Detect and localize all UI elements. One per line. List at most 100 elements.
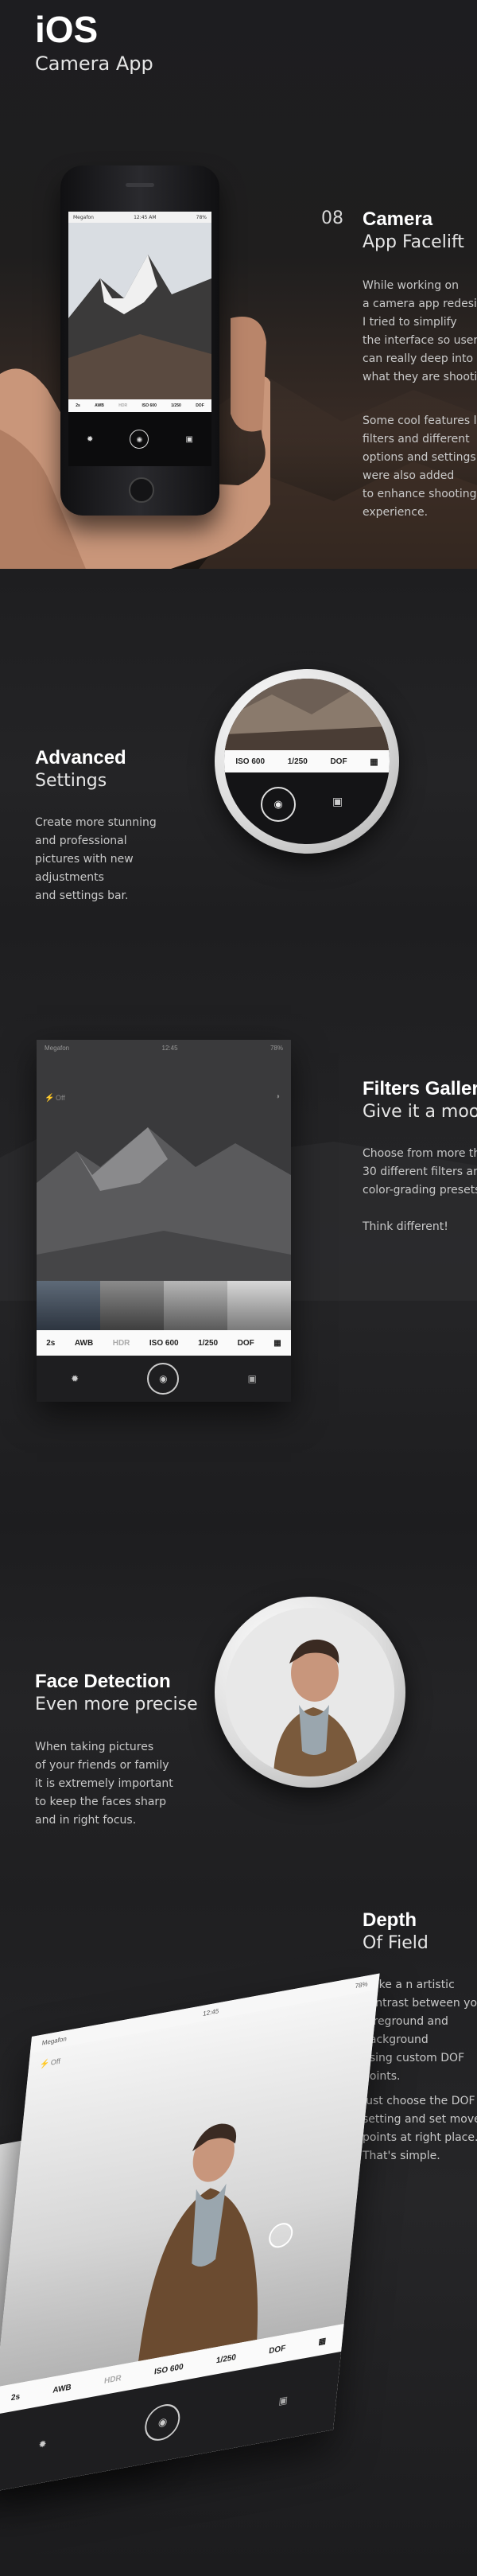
advanced-zoom-lens: ISO 600 1/250 DOF ▦ ◉ ▣ <box>215 669 399 854</box>
filters-status-time: 12:45 <box>161 1044 178 1052</box>
settings-gear-icon[interactable]: ✹ <box>87 435 93 444</box>
phone-home-button[interactable] <box>129 477 154 503</box>
face-zoom-lens <box>215 1597 405 1788</box>
filters-toolbar-hdr[interactable]: HDR <box>113 1339 130 1348</box>
phone-toolbar: 2s AWB HDR ISO 600 1/250 DOF <box>68 399 211 412</box>
filter-thumbnail[interactable] <box>227 1281 291 1330</box>
zoom-toolbar-dof[interactable]: DOF <box>330 757 347 766</box>
advanced-subtitle: Settings <box>35 771 107 791</box>
filters-paragraph-2: Think different! <box>363 1220 448 1233</box>
depth-toolbar-dof[interactable]: DOF <box>269 2344 286 2356</box>
filters-settings-icon[interactable]: ✹ <box>71 1373 79 1384</box>
filters-status-bar: Megafon 12:45 78% <box>37 1040 291 1056</box>
filters-camera-icon[interactable]: ▣ <box>248 1373 257 1384</box>
zoom-toolbar-iso[interactable]: ISO 600 <box>235 757 265 766</box>
zoom-shutter-button[interactable]: ◉ <box>261 787 296 822</box>
app-subtitle: Camera App <box>35 53 153 75</box>
hero-section: iOS Camera App Megafon 12:45 AM 78% 2s A… <box>0 0 477 569</box>
hero-subheading: App Facelift <box>363 232 464 252</box>
filter-thumbnails-strip <box>37 1281 291 1330</box>
filters-subtitle: Give it a mood <box>363 1102 477 1122</box>
phone-viewfinder-image <box>68 223 211 399</box>
depth-title: Depth <box>363 1909 417 1931</box>
filters-toolbar-awb[interactable]: AWB <box>75 1339 93 1348</box>
filters-toolbar-shutter[interactable]: 1/250 <box>198 1339 218 1348</box>
toolbar-awb[interactable]: AWB <box>95 403 104 408</box>
depth-toolbar-timer[interactable]: 2s <box>10 2392 20 2403</box>
filters-shutter-button[interactable]: ◉ <box>147 1363 180 1395</box>
face-section: Face Detection Even more precise When ta… <box>0 1523 477 1893</box>
hero-paragraph-1: While working on a camera app redesign I… <box>363 279 477 383</box>
zoom-toolbar-shutter[interactable]: 1/250 <box>288 757 308 766</box>
status-carrier: Megafon <box>73 214 94 220</box>
depth-shutter-button[interactable]: ◉ <box>143 2401 182 2444</box>
dof-grid-icon[interactable]: ▦ <box>370 757 378 767</box>
face-zoom-content <box>226 1608 394 1776</box>
depth-camera-icon[interactable]: ▣ <box>278 2394 289 2407</box>
toolbar-hdr[interactable]: HDR <box>118 403 127 408</box>
app-title: iOS <box>35 9 99 50</box>
hero-phone: Megafon 12:45 AM 78% 2s AWB HDR ISO 600 … <box>60 165 219 516</box>
depth-status-carrier: Megafon <box>41 2034 68 2047</box>
zoom-toolbar: ISO 600 1/250 DOF ▦ <box>224 750 390 772</box>
filters-viewfinder: ⚡ Off ◑ <box>37 1056 291 1330</box>
dof-badge-icon[interactable]: ◑ <box>275 1092 280 1101</box>
filters-toolbar-timer[interactable]: 2s <box>46 1339 55 1348</box>
phone-status-bar: Megafon 12:45 AM 78% <box>68 212 211 223</box>
flash-icon[interactable]: ⚡ <box>45 1094 54 1103</box>
advanced-paragraph: Create more stunning and professional pi… <box>35 816 157 902</box>
filter-thumbnail[interactable] <box>37 1281 100 1330</box>
face-title: Face Detection <box>35 1671 171 1692</box>
hero-number: 08 <box>321 208 343 228</box>
filters-section: Megafon 12:45 78% ⚡ Off ◑ 2s AWB HDR ISO… <box>0 919 477 1523</box>
status-battery: 78% <box>196 214 207 220</box>
advanced-title: Advanced <box>35 747 126 769</box>
depth-toolbar-awb[interactable]: AWB <box>52 2383 72 2395</box>
depth-toolbar-iso[interactable]: ISO 600 <box>153 2362 184 2376</box>
filters-toolbar: 2s AWB HDR ISO 600 1/250 DOF ▦ <box>37 1330 291 1356</box>
depth-section: Depth Of Field Make a n artistic contras… <box>0 1893 477 2576</box>
advanced-zoom-content: ISO 600 1/250 DOF ▦ ◉ ▣ <box>224 679 390 844</box>
depth-subtitle: Of Field <box>363 1933 429 1953</box>
filters-toolbar-dof[interactable]: DOF <box>238 1339 254 1348</box>
depth-toolbar-hdr[interactable]: HDR <box>104 2373 122 2385</box>
filter-thumbnail[interactable] <box>100 1281 164 1330</box>
camera-switch-icon[interactable]: ▣ <box>186 435 193 444</box>
face-paragraph: When taking pictures of your friends or … <box>35 1741 173 1827</box>
phone-speaker <box>126 183 154 187</box>
filters-screen: Megafon 12:45 78% ⚡ Off ◑ 2s AWB HDR ISO… <box>37 1040 291 1402</box>
toolbar-dof[interactable]: DOF <box>196 403 204 408</box>
zoom-viewfinder-image <box>224 679 390 750</box>
status-time: 12:45 AM <box>134 214 157 220</box>
filters-camera-controls: ✹ ◉ ▣ <box>37 1356 291 1402</box>
depth-grid-icon[interactable]: ▦ <box>318 2337 327 2347</box>
depth-paragraph-2: Just choose the DOF setting and set move… <box>363 2095 477 2162</box>
filter-thumbnail[interactable] <box>164 1281 227 1330</box>
face-subtitle: Even more precise <box>35 1695 198 1714</box>
filters-paragraph-1: Choose from more than 30 different filte… <box>363 1147 477 1197</box>
flash-label[interactable]: Off <box>56 1094 65 1102</box>
zoom-camera-icon[interactable]: ▣ <box>332 795 343 808</box>
depth-status-time: 12:45 <box>202 2006 219 2018</box>
toolbar-iso[interactable]: ISO 600 <box>142 403 157 408</box>
shutter-button[interactable]: ◉ <box>130 430 149 449</box>
shutter-camera-icon: ◉ <box>273 798 283 810</box>
toolbar-timer[interactable]: 2s <box>76 403 80 408</box>
filters-grid-icon[interactable]: ▦ <box>273 1339 281 1348</box>
hero-paragraph-2: Some cool features like filters and diff… <box>363 414 477 519</box>
depth-status-battery: 78% <box>355 1979 369 1990</box>
depth-toolbar-shutter[interactable]: 1/250 <box>215 2352 236 2365</box>
depth-settings-icon[interactable]: ✹ <box>38 2438 47 2450</box>
face-portrait-image <box>226 1608 394 1776</box>
filters-status-battery: 78% <box>270 1044 283 1052</box>
depth-front-screen: Megafon 12:45 78% ⚡ Off 2s AWB HDR ISO 6… <box>0 1973 380 2493</box>
filters-toolbar-iso[interactable]: ISO 600 <box>149 1339 179 1348</box>
phone-camera-controls: ✹ ◉ ▣ <box>68 412 211 466</box>
filters-status-carrier: Megafon <box>45 1044 70 1052</box>
hero-heading: Camera <box>363 208 433 230</box>
phone-screen: Megafon 12:45 AM 78% 2s AWB HDR ISO 600 … <box>68 212 211 466</box>
toolbar-shutter[interactable]: 1/250 <box>171 403 181 408</box>
advanced-section: Advanced Settings Create more stunning a… <box>0 569 477 919</box>
depth-paragraph-1: Make a n artistic contrast between your … <box>363 1979 477 2083</box>
filters-title: Filters Gallery <box>363 1078 477 1099</box>
